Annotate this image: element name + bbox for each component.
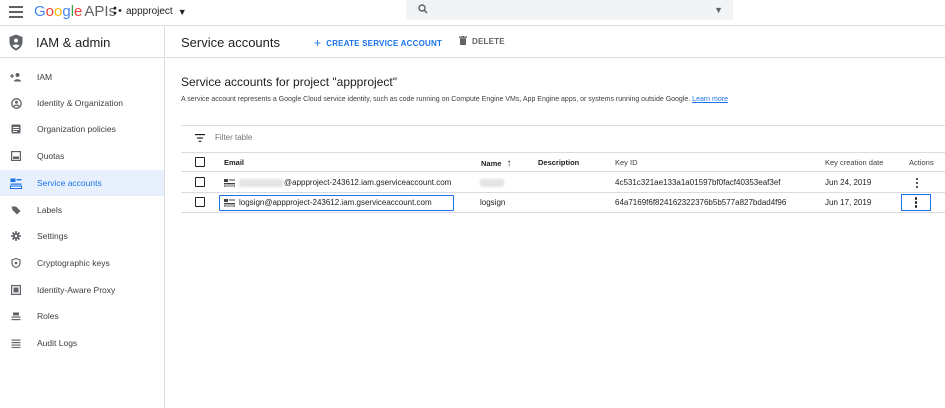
column-key-creation-date: Key creation date (825, 158, 884, 167)
redacted-name (480, 178, 504, 187)
quota-icon (10, 150, 22, 162)
row-email: @appproject-243612.iam.gserviceaccount.c… (224, 178, 451, 187)
gear-icon (10, 230, 22, 242)
crypto-key-icon (10, 257, 22, 269)
label-icon (10, 204, 22, 216)
row-name (480, 178, 504, 187)
plus-icon: + (314, 36, 322, 50)
sidebar-item-identity-aware-proxy[interactable]: Identity-Aware Proxy (0, 277, 164, 303)
project-icon (113, 6, 122, 17)
filter-bar (195, 133, 515, 142)
audit-logs-icon (10, 337, 22, 349)
sidebar-item-cryptographic-keys[interactable]: Cryptographic keys (0, 250, 164, 276)
redacted-email-prefix (239, 178, 283, 187)
table-header: Email Name ↑ Description Key ID Key crea… (181, 153, 945, 172)
row-checkbox[interactable] (195, 197, 205, 207)
sidebar-item-audit-logs[interactable]: Audit Logs (0, 330, 164, 356)
page-header: Service accounts + CREATE SERVICE ACCOUN… (166, 27, 945, 58)
row-key-id: 64a7169f6f824162322376b5b577a827bdad4f96 (615, 198, 787, 207)
section-title: Service accounts for project "appproject… (181, 75, 397, 89)
service-account-key-icon (224, 178, 235, 187)
row-key-id: 4c531c321ae133a1a01597bf0facf40353eaf3ef (615, 178, 781, 187)
sidebar-item-quotas[interactable]: Quotas (0, 143, 164, 169)
table-row: @appproject-243612.iam.gserviceaccount.c… (181, 173, 945, 193)
sidebar-item-iam[interactable]: IAM (0, 64, 164, 90)
sidebar-item-identity-organization[interactable]: Identity & Organization (0, 90, 164, 116)
sidebar-item-organization-policies[interactable]: Organization policies (0, 116, 164, 142)
roles-icon (10, 310, 22, 322)
sidebar-title: IAM & admin (36, 34, 111, 50)
row-actions-more-icon[interactable] (909, 175, 925, 191)
search-dropdown-icon[interactable]: ▼ (714, 5, 723, 15)
column-name[interactable]: Name ↑ (481, 158, 512, 169)
sort-arrow-up-icon: ↑ (506, 158, 512, 169)
row-name: logsign (480, 198, 506, 207)
row-key-creation-date: Jun 17, 2019 (825, 198, 872, 207)
sidebar: IAM & admin IAM Identity & Organization … (0, 27, 165, 408)
top-app-bar: Google APIs appproject ▼ ▼ (0, 0, 945, 26)
filter-icon[interactable] (195, 133, 205, 142)
trash-icon (459, 36, 467, 47)
iap-icon (10, 284, 22, 296)
sidebar-item-service-accounts[interactable]: Service accounts (0, 170, 164, 196)
chevron-down-icon: ▼ (177, 6, 187, 17)
account-circle-icon (10, 97, 22, 109)
search-icon (418, 3, 428, 17)
delete-button[interactable]: DELETE (459, 36, 505, 47)
column-key-id: Key ID (615, 158, 638, 167)
project-name: appproject (126, 6, 173, 17)
service-account-key-icon (224, 198, 235, 207)
project-selector[interactable]: appproject ▼ (113, 6, 187, 17)
column-email[interactable]: Email (224, 158, 244, 167)
hamburger-menu-icon[interactable] (9, 6, 23, 18)
row-email[interactable]: logsign@appproject-243612.iam.gserviceac… (224, 198, 432, 207)
column-actions: Actions (909, 158, 934, 167)
row-key-creation-date: Jun 24, 2019 (825, 178, 872, 187)
sidebar-item-roles[interactable]: Roles (0, 303, 164, 329)
google-apis-logo[interactable]: Google APIs (34, 3, 116, 20)
column-description: Description (538, 158, 580, 167)
sidebar-item-labels[interactable]: Labels (0, 197, 164, 223)
person-add-icon (10, 71, 22, 83)
sidebar-item-settings[interactable]: Settings (0, 223, 164, 249)
filter-input[interactable] (215, 133, 515, 142)
service-account-icon (10, 177, 22, 189)
page-title: Service accounts (181, 34, 280, 50)
learn-more-link[interactable]: Learn more (692, 96, 728, 103)
policy-doc-icon (10, 123, 22, 135)
row-actions-more-icon[interactable] (901, 194, 931, 211)
sidebar-header: IAM & admin (0, 27, 164, 58)
divider (181, 125, 945, 126)
select-all-checkbox[interactable] (195, 157, 205, 167)
search-bar[interactable]: ▼ (406, 0, 733, 20)
create-service-account-button[interactable]: + CREATE SERVICE ACCOUNT (314, 36, 442, 50)
row-checkbox[interactable] (195, 177, 205, 187)
table-row: logsign@appproject-243612.iam.gserviceac… (181, 193, 945, 213)
section-description: A service account represents a Google Cl… (181, 96, 728, 103)
shield-icon (9, 34, 23, 50)
